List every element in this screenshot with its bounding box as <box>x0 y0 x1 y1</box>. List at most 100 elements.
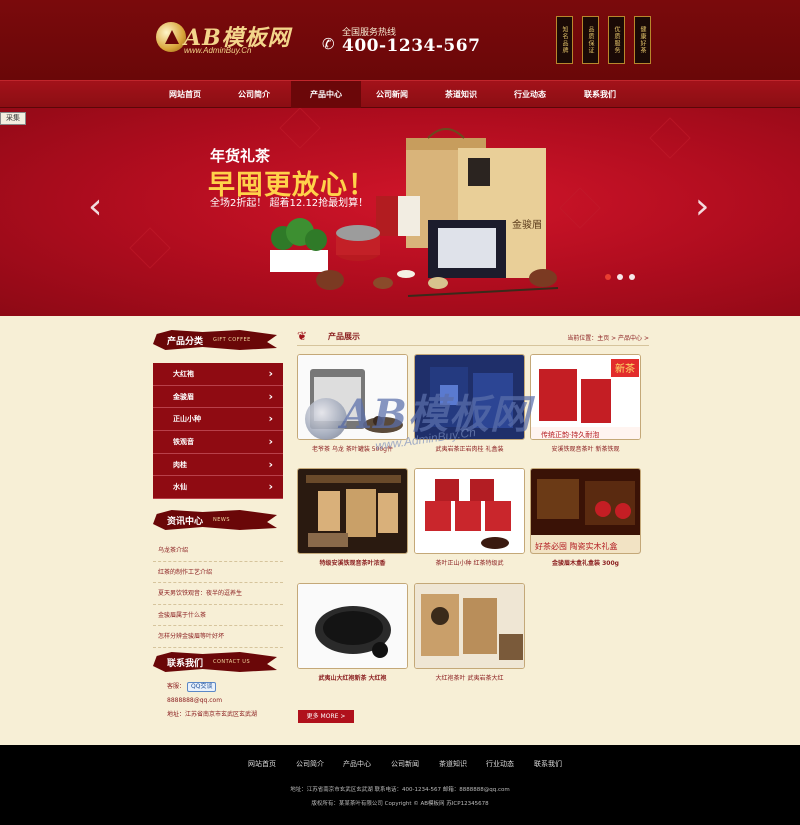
chevron-right-icon: › <box>695 186 710 227</box>
category-item[interactable]: 金骏眉 › <box>153 386 283 409</box>
category-list: 大红袍 › 金骏眉 › 正山小种 › 铁观音 › 肉桂 › 水仙 › <box>153 363 283 500</box>
product-card[interactable]: 特级安溪铁观音茶叶浓香 <box>297 468 409 571</box>
nav-item-news[interactable]: 公司新闻 <box>357 81 427 108</box>
hotline: ✆ 全国服务热线 400-1234-567 <box>322 25 480 59</box>
logo-emblem-icon <box>156 22 186 52</box>
product-image[interactable] <box>297 354 408 440</box>
banner-next-button[interactable]: › <box>695 189 715 226</box>
qq-row: 客服： QQ交谈 <box>153 680 283 694</box>
chevron-right-icon: › <box>268 412 273 426</box>
banner-dot[interactable] <box>605 274 611 280</box>
product-name[interactable]: 特级安溪铁观音茶叶浓香 <box>297 558 408 567</box>
badge: 健康好茶 <box>634 16 651 64</box>
contact-info: 客服： QQ交谈 8888888@qq.com 地址：江苏省南京市玄武区玄武湖 <box>153 680 283 722</box>
product-card[interactable]: 武夷岩茶正岩肉桂 礼盒装 <box>414 354 526 457</box>
showcase-header: ❦ 产品展示 当前位置：主页 > 产品中心 > <box>297 328 649 346</box>
svg-text:新茶: 新茶 <box>615 362 635 375</box>
banner-dot[interactable] <box>629 274 635 280</box>
footer-link-about[interactable]: 公司简介 <box>296 759 324 769</box>
product-card[interactable]: 新茶传统正韵·持久耐泡 安溪铁观音茶叶 新茶铁观 <box>530 354 642 457</box>
category-item[interactable]: 肉桂 › <box>153 454 283 477</box>
category-item[interactable]: 水仙 › <box>153 476 283 500</box>
header-badges: 知名品牌 品质保证 优质服务 健康好茶 <box>556 16 652 64</box>
product-image[interactable]: 好茶必囤 陶瓷实木礼盒 <box>530 468 641 554</box>
product-image[interactable]: 新茶传统正韵·持久耐泡 <box>530 354 641 440</box>
products-section-header: 产品分类 GIFT COFFEE <box>153 328 283 352</box>
nav-item-home[interactable]: 网站首页 <box>150 81 220 108</box>
contact-address: 地址：江苏省南京市玄武区玄武湖 <box>167 711 258 718</box>
nav-item-about[interactable]: 公司简介 <box>219 81 289 108</box>
product-name[interactable]: 老爷茶 乌龙 茶叶罐装 500g件 <box>297 444 408 453</box>
footer-link-news[interactable]: 公司新闻 <box>391 759 419 769</box>
category-item[interactable]: 铁观音 › <box>153 431 283 454</box>
contact-section-title: 联系我们 <box>167 659 204 669</box>
nav-item-contact[interactable]: 联系我们 <box>565 81 635 108</box>
phone-icon: ✆ <box>322 35 335 53</box>
product-card[interactable]: 老爷茶 乌龙 茶叶罐装 500g件 <box>297 354 409 457</box>
product-name[interactable]: 武夷山大红袍新茶 大红袍 <box>297 673 408 682</box>
products-section-en: GIFT COFFEE <box>213 337 251 343</box>
svg-text:金骏眉: 金骏眉 <box>512 218 542 231</box>
footer-link-contact[interactable]: 联系我们 <box>534 759 562 769</box>
footer-link-tea-knowledge[interactable]: 茶道知识 <box>439 759 467 769</box>
footer-link-industry[interactable]: 行业动态 <box>486 759 514 769</box>
product-name[interactable]: 金骏眉木盒礼盒装 300g <box>530 558 641 567</box>
more-button[interactable]: 更多 MORE > <box>298 710 354 723</box>
nav-item-products[interactable]: 产品中心 <box>291 81 361 108</box>
qq-chat-button[interactable]: QQ交谈 <box>187 682 217 692</box>
footer-nav: 网站首页 公司简介 产品中心 公司新闻 茶道知识 行业动态 联系我们 <box>0 759 800 773</box>
badge: 品质保证 <box>582 16 599 64</box>
category-item[interactable]: 大红袍 › <box>153 363 283 386</box>
banner-product-image: 金骏眉 <box>270 128 559 297</box>
product-name[interactable]: 大红袍茶叶 武夷岩茶大红 <box>414 673 525 682</box>
news-list: 乌龙茶介绍 红茶的制作工艺介绍 夏天男饮铁观音：夜半的逗养生 金骏眉属于什么茶 … <box>153 540 283 648</box>
site-logo[interactable]: AB模板网 www.AdminBuy.Cn <box>156 20 290 62</box>
breadcrumb[interactable]: 当前位置：主页 > 产品中心 > <box>567 333 649 342</box>
svg-text:传统正韵·持久耐泡: 传统正韵·持久耐泡 <box>541 430 599 439</box>
nav-item-tea-knowledge[interactable]: 茶道知识 <box>426 81 496 108</box>
badge: 知名品牌 <box>556 16 573 64</box>
news-section-title: 资讯中心 <box>167 517 204 527</box>
product-image[interactable] <box>297 583 408 669</box>
chevron-right-icon: › <box>268 480 273 494</box>
chevron-right-icon: › <box>268 367 273 380</box>
news-section-en: NEWS <box>213 517 231 523</box>
product-name[interactable]: 武夷岩茶正岩肉桂 礼盒装 <box>414 444 525 453</box>
product-name[interactable]: 茶叶正山小种 红茶特级武 <box>414 558 525 567</box>
corner-tag[interactable]: 采集 <box>0 112 26 125</box>
site-footer: 网站首页 公司简介 产品中心 公司新闻 茶道知识 行业动态 联系我们 地址：江苏… <box>0 745 800 825</box>
product-image[interactable] <box>414 583 525 669</box>
svg-text:好茶必囤 陶瓷实木礼盒: 好茶必囤 陶瓷实木礼盒 <box>535 541 618 551</box>
product-card[interactable]: 大红袍茶叶 武夷岩茶大红 <box>414 583 526 686</box>
chevron-left-icon: ‹ <box>88 186 103 227</box>
product-image[interactable] <box>414 354 525 440</box>
nav-item-industry[interactable]: 行业动态 <box>495 81 565 108</box>
footer-link-products[interactable]: 产品中心 <box>343 759 371 769</box>
product-card[interactable]: 茶叶正山小种 红茶特级武 <box>414 468 526 571</box>
site-header: AB模板网 www.AdminBuy.Cn ✆ 全国服务热线 400-1234-… <box>0 0 800 80</box>
news-item[interactable]: 夏天男饮铁观音：夜半的逗养生 <box>153 583 283 605</box>
hotline-number: 400-1234-567 <box>342 36 481 56</box>
contact-section-header: 联系我们 CONTACT US <box>153 650 283 674</box>
product-image[interactable] <box>414 468 525 554</box>
product-name[interactable]: 安溪铁观音茶叶 新茶铁观 <box>530 444 641 453</box>
footer-link-home[interactable]: 网站首页 <box>248 759 276 769</box>
cloud-ornament-icon: ❦ <box>297 329 308 343</box>
news-item[interactable]: 怎样分辨金骏眉等叶好坏 <box>153 626 283 648</box>
logo-subtitle: www.AdminBuy.Cn <box>184 46 252 55</box>
showcase-title: 产品展示 <box>328 331 360 341</box>
news-item[interactable]: 乌龙茶介绍 <box>153 540 283 562</box>
contact-email: 8888888@qq.com <box>167 697 223 704</box>
contact-section-en: CONTACT US <box>213 659 251 665</box>
product-image[interactable] <box>297 468 408 554</box>
product-card[interactable]: 武夷山大红袍新茶 大红袍 <box>297 583 409 686</box>
news-item[interactable]: 金骏眉属于什么茶 <box>153 605 283 626</box>
banner-prev-button[interactable]: ‹ <box>88 189 108 226</box>
product-card[interactable]: 好茶必囤 陶瓷实木礼盒 金骏眉木盒礼盒装 300g <box>530 468 642 571</box>
hero-banner[interactable]: 年货礼茶 早囤更放心！ 全场2折起！ 超着12.12抢最划算！ 金骏眉 ‹ › <box>0 108 800 316</box>
banner-dot[interactable] <box>617 274 623 280</box>
category-item[interactable]: 正山小种 › <box>153 408 283 432</box>
news-item[interactable]: 红茶的制作工艺介绍 <box>153 562 283 583</box>
footer-address: 地址：江苏省南京市玄武区玄武湖 联系电话：400-1234-567 邮箱：888… <box>290 787 510 793</box>
footer-copyright: 版权所有：某某茶叶有限公司 Copyright © AB模板网 苏ICP1234… <box>311 801 489 807</box>
